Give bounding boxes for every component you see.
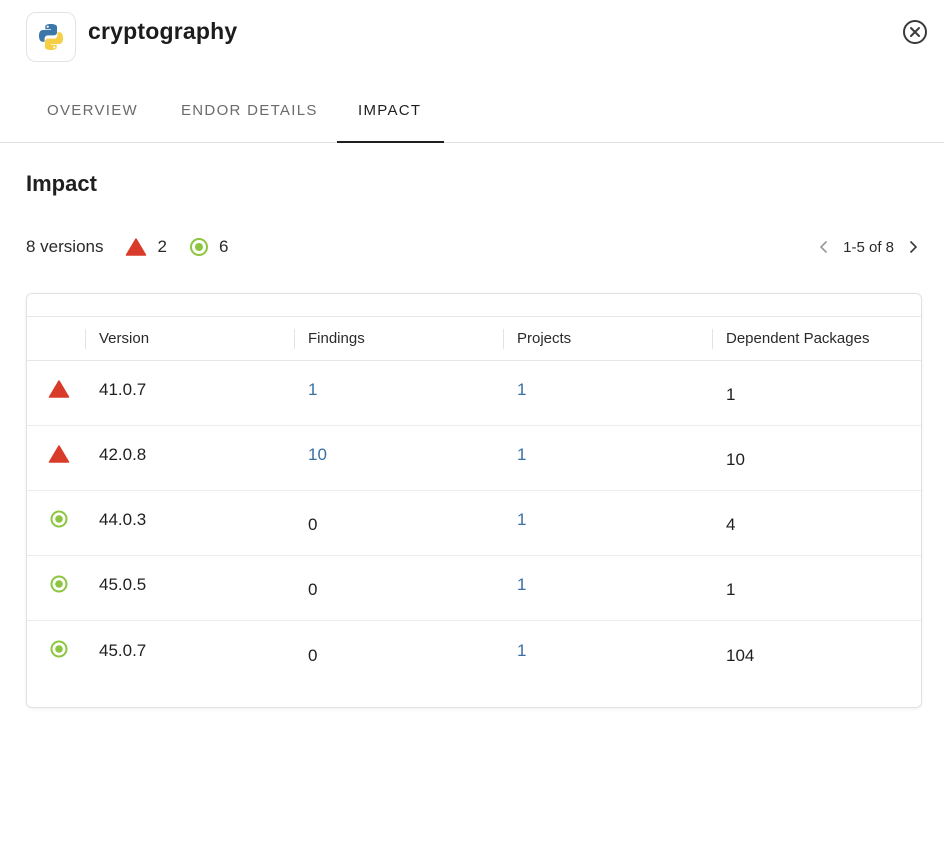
projects-cell[interactable]: 1 (517, 488, 526, 552)
projects-cell[interactable]: 1 (517, 618, 526, 683)
dependent-packages-cell: 10 (726, 450, 745, 469)
pagination: 1-5 of 8 (819, 236, 918, 258)
column-header-findings[interactable]: Findings (308, 317, 365, 360)
dependent-packages-cell: 1 (726, 580, 736, 599)
version-summary: 8 versions 2 6 (26, 236, 228, 258)
warning-triangle-icon (126, 238, 147, 256)
findings-cell: 0 (308, 580, 318, 599)
versions-count-label: 8 versions (26, 237, 104, 256)
table-row[interactable]: 45.0.7 0 1 104 (27, 621, 921, 686)
findings-cell[interactable]: 1 (308, 358, 317, 422)
version-cell: 45.0.7 (99, 640, 147, 660)
column-header-version[interactable]: Version (99, 317, 149, 360)
ok-circle-icon (189, 238, 208, 256)
column-header-dependent-packages[interactable]: Dependent Packages (726, 317, 869, 360)
table-header: Version Findings Projects Dependent Pack… (27, 316, 921, 361)
findings-cell[interactable]: 10 (308, 423, 327, 487)
python-logo-icon (26, 12, 76, 62)
findings-cell: 0 (308, 645, 318, 665)
chevron-right-icon[interactable] (908, 240, 918, 254)
panel-header: cryptography (0, 0, 944, 78)
ok-count: 6 (218, 237, 229, 256)
versions-table: Version Findings Projects Dependent Pack… (26, 293, 922, 708)
dependent-packages-cell: 4 (726, 515, 736, 534)
section-title: Impact (26, 171, 97, 196)
ok-circle-icon (50, 575, 68, 593)
close-icon[interactable] (902, 19, 928, 45)
projects-cell[interactable]: 1 (517, 358, 526, 422)
pagination-label: 1-5 of 8 (843, 238, 894, 256)
warning-triangle-icon (48, 380, 70, 398)
projects-cell[interactable]: 1 (517, 553, 526, 617)
version-cell: 44.0.3 (99, 510, 147, 529)
dependent-packages-cell: 1 (726, 385, 736, 404)
table-row[interactable]: 45.0.5 0 1 1 (27, 556, 921, 621)
package-title: cryptography (88, 18, 238, 44)
ok-circle-icon (50, 640, 68, 658)
warning-triangle-icon (48, 445, 70, 463)
tab-impact[interactable]: IMPACT (358, 102, 421, 119)
version-cell: 45.0.5 (99, 575, 147, 594)
active-tab-indicator (337, 141, 444, 143)
previous-page-button[interactable] (819, 240, 829, 254)
version-cell: 42.0.8 (99, 445, 147, 464)
tab-bar: OVERVIEW ENDOR DETAILS IMPACT (0, 78, 944, 143)
chevron-left-icon[interactable] (819, 240, 829, 254)
tab-endor-details[interactable]: ENDOR DETAILS (181, 102, 318, 119)
tab-overview[interactable]: OVERVIEW (47, 102, 138, 119)
next-page-button[interactable] (908, 240, 918, 254)
version-cell: 41.0.7 (99, 380, 147, 399)
table-row[interactable]: 42.0.8 10 1 10 (27, 426, 921, 491)
findings-cell: 0 (308, 515, 318, 534)
close-button[interactable] (902, 19, 928, 45)
table-row[interactable]: 44.0.3 0 1 4 (27, 491, 921, 556)
ok-circle-icon (50, 510, 68, 528)
projects-cell[interactable]: 1 (517, 423, 526, 487)
table-row[interactable]: 41.0.7 1 1 1 (27, 361, 921, 426)
dependent-packages-cell: 104 (726, 645, 755, 665)
warning-count: 2 (157, 237, 167, 256)
column-header-projects[interactable]: Projects (517, 317, 571, 360)
